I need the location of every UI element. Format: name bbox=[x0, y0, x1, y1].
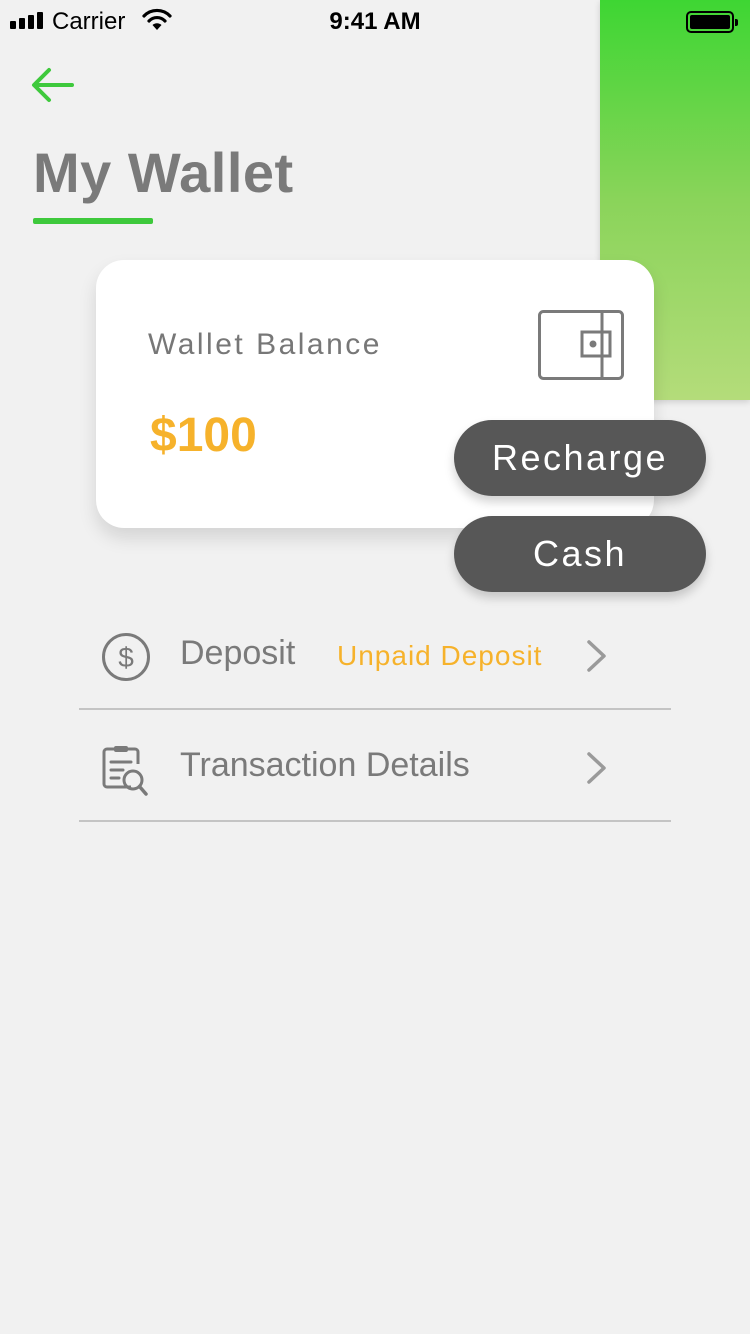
menu-item-label: Transaction Details bbox=[180, 746, 470, 784]
menu-item-transaction-details[interactable]: Transaction Details bbox=[79, 710, 671, 822]
wallet-balance-label: Wallet Balance bbox=[148, 328, 382, 361]
page-title: My Wallet bbox=[33, 141, 294, 204]
cash-button[interactable]: Cash bbox=[454, 516, 706, 592]
battery-icon bbox=[686, 11, 738, 33]
recharge-button[interactable]: Recharge bbox=[454, 420, 706, 496]
wallet-balance-amount: $100 bbox=[150, 409, 257, 462]
chevron-right-icon bbox=[587, 752, 606, 784]
svg-text:$: $ bbox=[118, 642, 134, 673]
arrow-left-icon bbox=[32, 68, 74, 102]
unpaid-deposit-status: Unpaid Deposit bbox=[337, 640, 543, 671]
wallet-icon bbox=[538, 310, 624, 380]
chevron-right-icon bbox=[587, 640, 606, 672]
menu-item-deposit[interactable]: $ Deposit Unpaid Deposit bbox=[79, 598, 671, 710]
status-time: 9:41 AM bbox=[329, 8, 421, 35]
clipboard-search-icon bbox=[102, 746, 148, 796]
title-underline bbox=[33, 218, 153, 224]
menu-item-label: Deposit bbox=[180, 634, 296, 672]
dollar-circle-icon: $ bbox=[102, 633, 150, 681]
status-bar: Carrier 9:41 AM bbox=[0, 0, 750, 42]
back-button[interactable] bbox=[30, 64, 76, 106]
